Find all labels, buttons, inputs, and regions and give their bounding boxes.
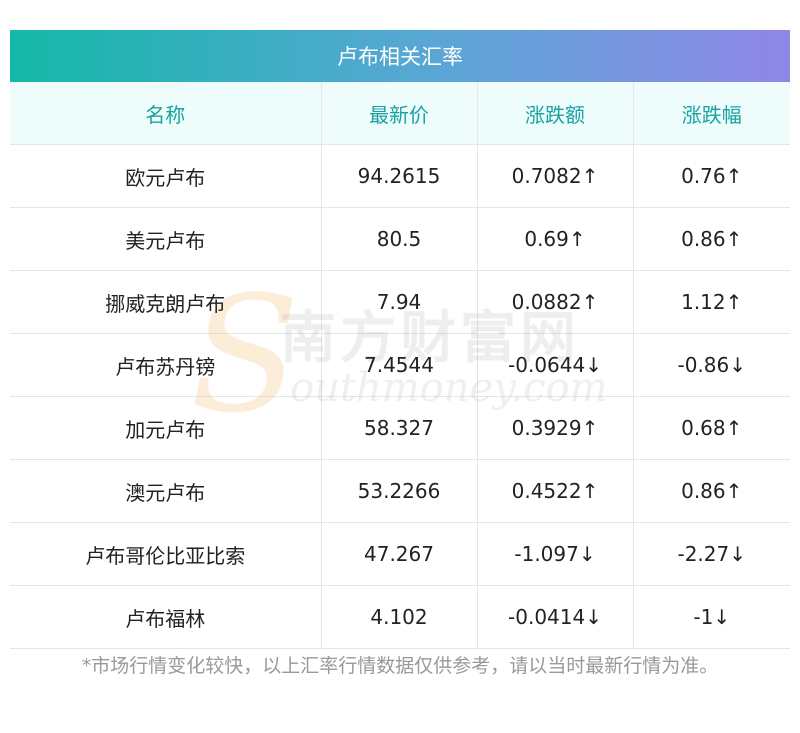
disclaimer-footnote: *市场行情变化较快，以上汇率行情数据仅供参考，请以当时最新行情为准。 (81, 655, 719, 677)
rate-percent: 0.76↑ (633, 144, 790, 208)
rate-name: 加元卢布 (10, 396, 322, 460)
rate-price: 47.267 (321, 522, 478, 586)
rate-percent: 1.12↑ (633, 270, 790, 334)
rate-name: 美元卢布 (10, 207, 322, 271)
table-row: 挪威克朗卢布 7.94 0.0882↑ 1.12↑ (10, 270, 790, 334)
table-row: 卢布福林 4.102 -0.0414↓ -1↓ (10, 585, 790, 649)
rate-change: 0.0882↑ (477, 270, 634, 334)
rate-percent: 0.86↑ (633, 207, 790, 271)
rate-price: 94.2615 (321, 144, 478, 208)
rate-name: 卢布哥伦比亚比索 (10, 522, 322, 586)
table-row: 欧元卢布 94.2615 0.7082↑ 0.76↑ (10, 144, 790, 208)
rate-price: 7.94 (321, 270, 478, 334)
table-title: 卢布相关汇率 (10, 30, 790, 82)
rate-name: 欧元卢布 (10, 144, 322, 208)
rates-table: 名称 最新价 涨跌额 涨跌幅 欧元卢布 94.2615 0.7082↑ 0.76↑ 美元… (10, 82, 790, 649)
rate-change: -0.0414↓ (477, 585, 634, 649)
rate-change: -1.097↓ (477, 522, 634, 586)
rate-name: 澳元卢布 (10, 459, 322, 523)
rate-change: -0.0644↓ (477, 333, 634, 397)
rate-name: 卢布苏丹镑 (10, 333, 322, 397)
rate-percent: -0.86↓ (633, 333, 790, 397)
header-row: 名称 最新价 涨跌额 涨跌幅 (10, 82, 790, 145)
rate-percent: 0.86↑ (633, 459, 790, 523)
rate-price: 58.327 (321, 396, 478, 460)
rate-percent: -2.27↓ (633, 522, 790, 586)
rate-price: 4.102 (321, 585, 478, 649)
rate-price: 80.5 (321, 207, 478, 271)
table-row: 澳元卢布 53.2266 0.4522↑ 0.86↑ (10, 459, 790, 523)
column-header-change: 涨跌额 (477, 82, 634, 145)
rate-percent: 0.68↑ (633, 396, 790, 460)
column-header-price: 最新价 (321, 82, 478, 145)
rate-change: 0.69↑ (477, 207, 634, 271)
table-row: 美元卢布 80.5 0.69↑ 0.86↑ (10, 207, 790, 271)
rate-percent: -1↓ (633, 585, 790, 649)
rate-change: 0.4522↑ (477, 459, 634, 523)
rate-price: 7.4544 (321, 333, 478, 397)
column-header-percent: 涨跌幅 (633, 82, 790, 145)
table-row: 卢布哥伦比亚比索 47.267 -1.097↓ -2.27↓ (10, 522, 790, 586)
table-row: 加元卢布 58.327 0.3929↑ 0.68↑ (10, 396, 790, 460)
rate-name: 挪威克朗卢布 (10, 270, 322, 334)
rate-name: 卢布福林 (10, 585, 322, 649)
rates-panel: 卢布相关汇率 名称 最新价 涨跌额 涨跌幅 欧元卢布 94.2615 0.7082↑… (10, 30, 790, 649)
column-header-name: 名称 (10, 82, 322, 145)
rate-change: 0.7082↑ (477, 144, 634, 208)
table-row: 卢布苏丹镑 7.4544 -0.0644↓ -0.86↓ (10, 333, 790, 397)
rate-change: 0.3929↑ (477, 396, 634, 460)
rate-price: 53.2266 (321, 459, 478, 523)
